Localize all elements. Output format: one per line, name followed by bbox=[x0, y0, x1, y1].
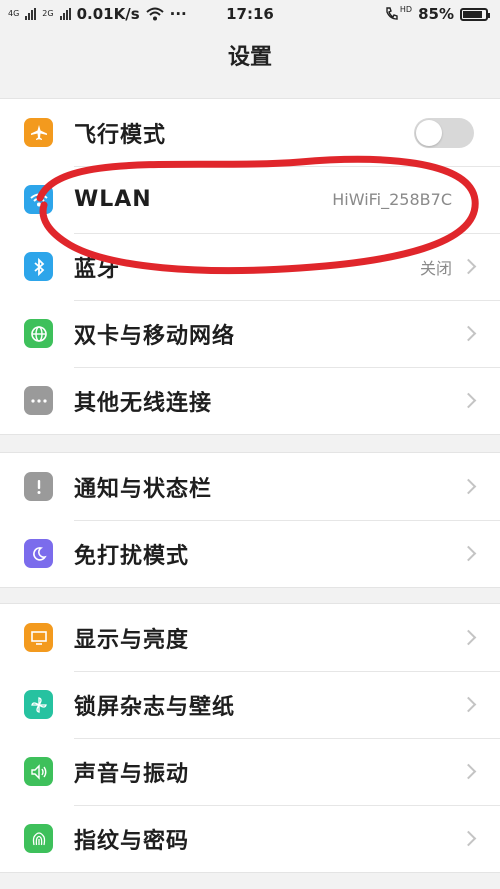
settings-item-label: 声音与振动 bbox=[74, 761, 190, 787]
settings-item-dual-sim-mobile-network[interactable]: 双卡与移动网络 bbox=[0, 300, 500, 367]
status-bar: 4G 2G 0.01K/s ··· 17:16 HD 85% bbox=[0, 0, 500, 28]
chevron-right-icon bbox=[460, 478, 477, 495]
network-2g-tag: 2G bbox=[42, 9, 54, 18]
airplane-mode-toggle[interactable] bbox=[414, 117, 474, 148]
settings-item-airplane-mode[interactable]: 飞行模式 bbox=[0, 99, 500, 166]
settings-item-label: 指纹与密码 bbox=[74, 828, 190, 854]
settings-item-other-wireless[interactable]: 其他无线连接 bbox=[0, 367, 500, 434]
pinwheel-icon bbox=[24, 690, 53, 719]
group-notifications: 通知与状态栏 免打扰模式 bbox=[0, 452, 500, 588]
exclamation-icon bbox=[24, 472, 53, 501]
chevron-right-icon bbox=[460, 696, 477, 713]
chevron-right-icon bbox=[460, 258, 477, 275]
speaker-icon bbox=[24, 757, 53, 786]
airplane-icon bbox=[24, 118, 53, 147]
moon-icon bbox=[24, 539, 53, 568]
wlan-network-name: HiWiFi_258B7C bbox=[332, 190, 452, 209]
more-dots-icon bbox=[24, 386, 53, 415]
settings-item-label: 飞行模式 bbox=[74, 122, 167, 148]
chevron-right-icon bbox=[460, 830, 477, 847]
hd-tag: HD bbox=[399, 5, 413, 14]
network-tags: 4G bbox=[8, 10, 19, 18]
chevron-right-icon bbox=[460, 325, 477, 342]
settings-item-wlan[interactable]: WLAN HiWiFi_258B7C bbox=[0, 166, 500, 233]
monitor-icon bbox=[24, 623, 53, 652]
fingerprint-icon bbox=[24, 824, 53, 853]
settings-item-label: 双卡与移动网络 bbox=[74, 323, 236, 349]
chevron-right-icon bbox=[460, 629, 477, 646]
chevron-right-icon bbox=[460, 763, 477, 780]
settings-item-label: 免打扰模式 bbox=[74, 543, 190, 569]
bluetooth-icon bbox=[24, 252, 53, 281]
network-speed: 0.01K/s bbox=[76, 5, 140, 23]
settings-item-label: 其他无线连接 bbox=[74, 390, 213, 416]
settings-item-label: 蓝牙 bbox=[74, 256, 121, 282]
settings-item-do-not-disturb[interactable]: 免打扰模式 bbox=[0, 520, 500, 587]
globe-icon bbox=[24, 319, 53, 348]
battery-icon bbox=[460, 7, 490, 21]
settings-item-lockscreen-wallpaper[interactable]: 锁屏杂志与壁纸 bbox=[0, 671, 500, 738]
settings-item-label: 显示与亮度 bbox=[74, 627, 190, 653]
settings-item-notifications-statusbar[interactable]: 通知与状态栏 bbox=[0, 453, 500, 520]
wifi-status-icon bbox=[145, 7, 164, 21]
group-display-sound: 显示与亮度 锁屏杂志与壁纸 声音与振动 指纹与密码 bbox=[0, 603, 500, 873]
more-notifications: ··· bbox=[169, 5, 187, 23]
chevron-right-icon bbox=[460, 545, 477, 562]
signal-icon bbox=[25, 8, 37, 20]
settings-item-label: 通知与状态栏 bbox=[74, 476, 213, 502]
chevron-right-icon bbox=[460, 392, 477, 409]
network-4g-tag: 4G bbox=[8, 9, 20, 18]
signal-icon-2 bbox=[59, 8, 71, 20]
settings-item-label: WLAN bbox=[74, 187, 152, 212]
status-right: HD 85% bbox=[384, 5, 490, 23]
settings-item-label: 锁屏杂志与壁纸 bbox=[74, 694, 236, 720]
group-connections: 飞行模式 WLAN HiWiFi_258B7C 蓝牙 关闭 双卡与移动网络 其他… bbox=[0, 98, 500, 435]
settings-item-bluetooth[interactable]: 蓝牙 关闭 bbox=[0, 233, 500, 300]
page-title: 设置 bbox=[227, 45, 272, 70]
wifi-icon bbox=[24, 185, 53, 214]
toggle-knob bbox=[416, 119, 442, 146]
hd-call-icon bbox=[386, 7, 398, 20]
settings-item-fingerprint-password[interactable]: 指纹与密码 bbox=[0, 805, 500, 872]
settings-item-display-brightness[interactable]: 显示与亮度 bbox=[0, 604, 500, 671]
settings-item-sound-vibration[interactable]: 声音与振动 bbox=[0, 738, 500, 805]
battery-percent: 85% bbox=[418, 5, 454, 23]
status-left: 4G 2G 0.01K/s ··· bbox=[8, 5, 187, 23]
bluetooth-status: 关闭 bbox=[419, 258, 452, 278]
